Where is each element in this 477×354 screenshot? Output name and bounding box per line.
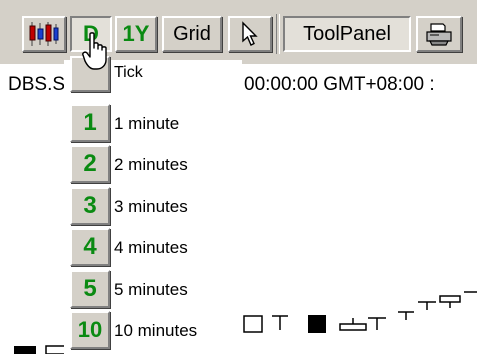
- period-dropdown-menu: Tick 1 1 minute 2 2 minutes 3 3 minutes …: [64, 56, 242, 354]
- menu-item-key-button[interactable]: 2: [70, 145, 110, 183]
- menu-item-10-minutes[interactable]: 10 10 minutes: [64, 311, 242, 351]
- candle-flat: [339, 318, 367, 331]
- menu-key: 4: [83, 233, 97, 260]
- menu-item-key-button[interactable]: 10: [70, 311, 110, 349]
- menu-item-3-minutes[interactable]: 3 3 minutes: [64, 187, 242, 227]
- menu-item-4-minutes[interactable]: 4 4 minutes: [64, 228, 242, 268]
- menu-item-key-button[interactable]: 4: [70, 228, 110, 266]
- menu-key: 10: [77, 317, 103, 342]
- menu-item-key-button[interactable]: 3: [70, 187, 110, 225]
- menu-key: 1: [83, 109, 97, 136]
- menu-item-key-button[interactable]: 5: [70, 270, 110, 308]
- candle-flat: [439, 295, 461, 308]
- menu-item-2-minutes[interactable]: 2 2 minutes: [64, 145, 242, 185]
- menu-key: 3: [83, 192, 97, 219]
- candle-hollow: [243, 315, 263, 333]
- menu-label: 1 minute: [114, 114, 180, 133]
- menu-item-key-button[interactable]: 1: [70, 104, 110, 142]
- candle-filled: [308, 315, 326, 333]
- menu-label: 4 minutes: [114, 238, 188, 257]
- menu-label: 3 minutes: [114, 197, 188, 216]
- menu-key: 5: [83, 275, 97, 302]
- menu-item-1-minute[interactable]: 1 1 minute: [64, 104, 242, 144]
- menu-label: Tick: [114, 64, 143, 81]
- candle-tick: [272, 315, 288, 330]
- candle-filled: [14, 346, 36, 354]
- menu-item-5-minutes[interactable]: 5 5 minutes: [64, 270, 242, 310]
- menu-label: 2 minutes: [114, 155, 188, 174]
- hand-cursor-icon: [82, 32, 107, 70]
- candle-tick: [418, 301, 436, 310]
- candle-tick: [398, 311, 414, 320]
- candle-tick: [368, 317, 386, 330]
- menu-label: 5 minutes: [114, 280, 188, 299]
- candle-hollow: [45, 345, 67, 354]
- menu-label: 10 minutes: [114, 321, 198, 340]
- menu-key: 2: [83, 150, 97, 177]
